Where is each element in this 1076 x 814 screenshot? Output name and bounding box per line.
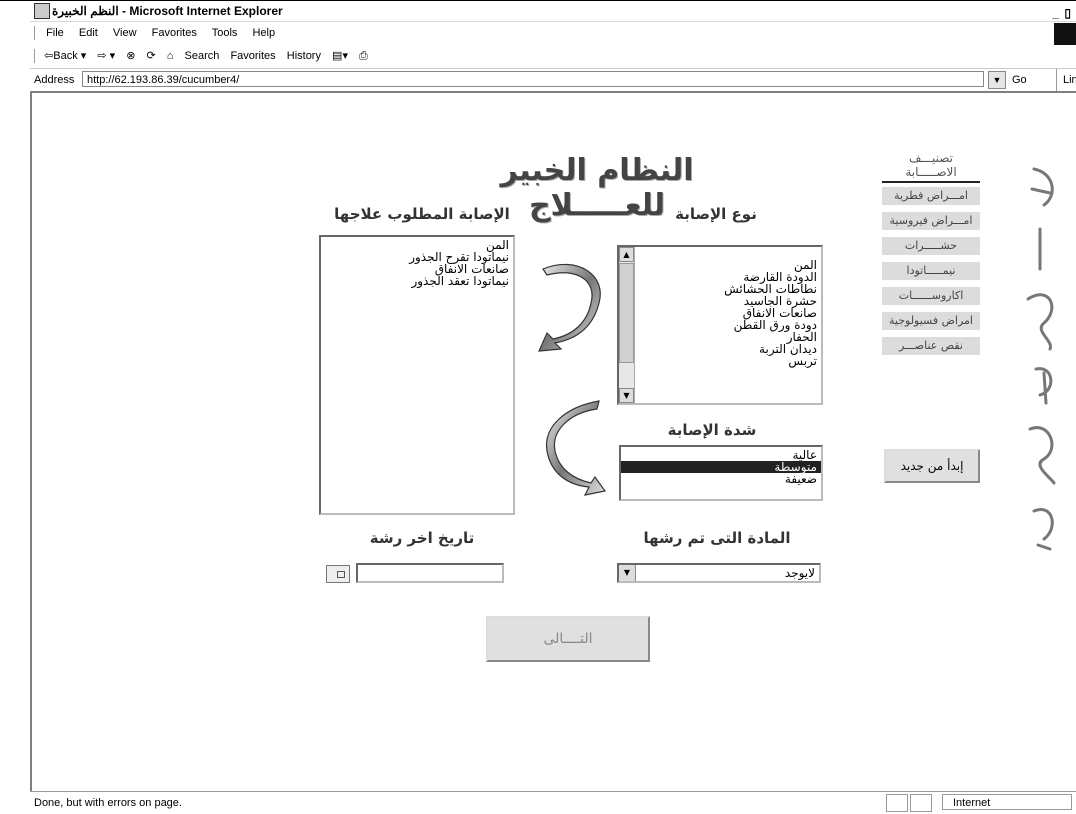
page-content: النظام الخبير للعـــــلاج نوع الإصابة ال… [30,91,1076,791]
favorites-button[interactable]: Favorites [230,50,275,62]
list-item[interactable]: نيماتودا تعقد الجذور [321,275,513,287]
side-item-nematodes[interactable]: نيمـــــاتودا [882,262,980,280]
side-item-fungal[interactable]: امـــراض فطرية [882,187,980,205]
links-button[interactable]: Link [1056,69,1076,91]
side-item-mites[interactable]: اكاروســــــات [882,287,980,305]
stop-icon[interactable]: ⊗ [126,50,135,62]
scroll-up-icon[interactable]: ▲ [619,247,634,262]
vertical-logo-graphic [1026,167,1056,551]
status-bar: Done, but with errors on page. Internet [30,791,1076,814]
calendar-icon[interactable] [326,565,350,583]
browser-window: النظم الخبيرة - Microsoft Internet Explo… [0,0,1076,814]
injury-type-list[interactable]: ▲ ▼ المن الدودة القارضة نطاطات الحشائش ح… [617,245,823,405]
injury-type-heading: نوع الإصابة [675,205,757,223]
list-item[interactable]: ضعيفة [621,473,821,485]
last-spray-date-input[interactable] [356,563,504,583]
toolbar-grip [34,49,37,64]
status-cell [886,794,908,812]
menu-edit[interactable]: Edit [79,27,98,39]
injury-type-items: المن الدودة القارضة نطاطات الحشائش حشرة … [635,259,821,367]
required-injury-items: المن نيماتودا تقرح الجذور صانعات الانفاق… [321,237,513,287]
home-icon[interactable]: ⌂ [167,50,174,62]
date-heading: تاريخ اخر رشة [369,529,475,547]
window-title: النظم الخبيرة - Microsoft Internet Explo… [52,4,283,18]
side-item-nutrient-deficiency[interactable]: نقص عناصـــر [882,337,980,355]
side-item-viral[interactable]: امـــراض فيروسية [882,212,980,230]
severity-list[interactable]: عالية متوسطة ضعيفة [619,445,823,501]
print-icon[interactable]: ⎙ [359,50,368,62]
material-select[interactable]: ▼ لايوجد [617,563,821,583]
toolbar: ⇦Back ▾ ⇨ ▾ ⊗ ⟳ ⌂ Search Favorites Histo… [30,45,1076,67]
address-dropdown-icon[interactable]: ▼ [988,71,1006,89]
title-bar: النظم الخبيرة - Microsoft Internet Explo… [30,1,1076,22]
severity-heading: شدة الإصابة [667,421,757,439]
back-button[interactable]: ⇦Back ▾ [44,50,86,62]
security-zone: Internet [942,794,1072,810]
restart-button[interactable]: إبدأ من جديد [884,449,980,483]
menu-help[interactable]: Help [252,27,275,39]
go-button[interactable]: Go [1012,69,1027,91]
address-bar: Address http://62.193.86.39/cucumber4/ ▼… [30,68,1076,92]
side-item-insects[interactable]: حشـــــرات [882,237,980,255]
ie-logo-icon [1054,23,1076,45]
side-menu: تصنيـــف الاصـــــابة امـــراض فطرية امـ… [882,151,980,362]
required-injury-heading: الإصابة المطلوب علاجها [334,205,510,223]
remove-arrow-icon[interactable] [537,391,607,501]
status-cell [910,794,932,812]
scroll-thumb[interactable] [619,263,634,363]
address-input[interactable]: http://62.193.86.39/cucumber4/ [82,71,984,87]
side-item-physiological[interactable]: امراض فسيولوجية [882,312,980,330]
status-text: Done, but with errors on page. [34,797,182,809]
address-label: Address [34,74,75,86]
refresh-icon[interactable]: ⟳ [147,50,156,62]
menu-tools[interactable]: Tools [212,27,238,39]
menu-bar: File Edit View Favorites Tools Help [30,23,1076,45]
side-menu-title: تصنيـــف الاصـــــابة [882,151,980,183]
severity-items: عالية متوسطة ضعيفة [621,447,821,485]
menu-file[interactable]: File [46,27,64,39]
window-controls[interactable]: _ ▯ [1052,3,1072,23]
material-heading: المادة التى تم رشها [643,529,791,547]
forward-button[interactable]: ⇨ ▾ [97,50,115,62]
menu-favorites[interactable]: Favorites [152,27,197,39]
material-select-value: لايوجد [784,566,815,580]
mail-icon[interactable]: ▤▾ [332,50,348,62]
search-button[interactable]: Search [185,50,220,62]
ie-window-icon [34,3,50,19]
chevron-down-icon[interactable]: ▼ [619,565,636,581]
injury-list-scrollbar[interactable]: ▲ ▼ [619,247,635,403]
next-button[interactable]: التــــالى [486,616,650,662]
add-arrow-icon[interactable] [537,251,607,361]
scroll-down-icon[interactable]: ▼ [619,388,634,403]
menu-view[interactable]: View [113,27,137,39]
menu-grip [34,26,37,41]
required-injury-list[interactable]: المن نيماتودا تقرح الجذور صانعات الانفاق… [319,235,515,515]
history-button[interactable]: History [287,50,321,62]
list-item[interactable]: تربس [635,355,821,367]
